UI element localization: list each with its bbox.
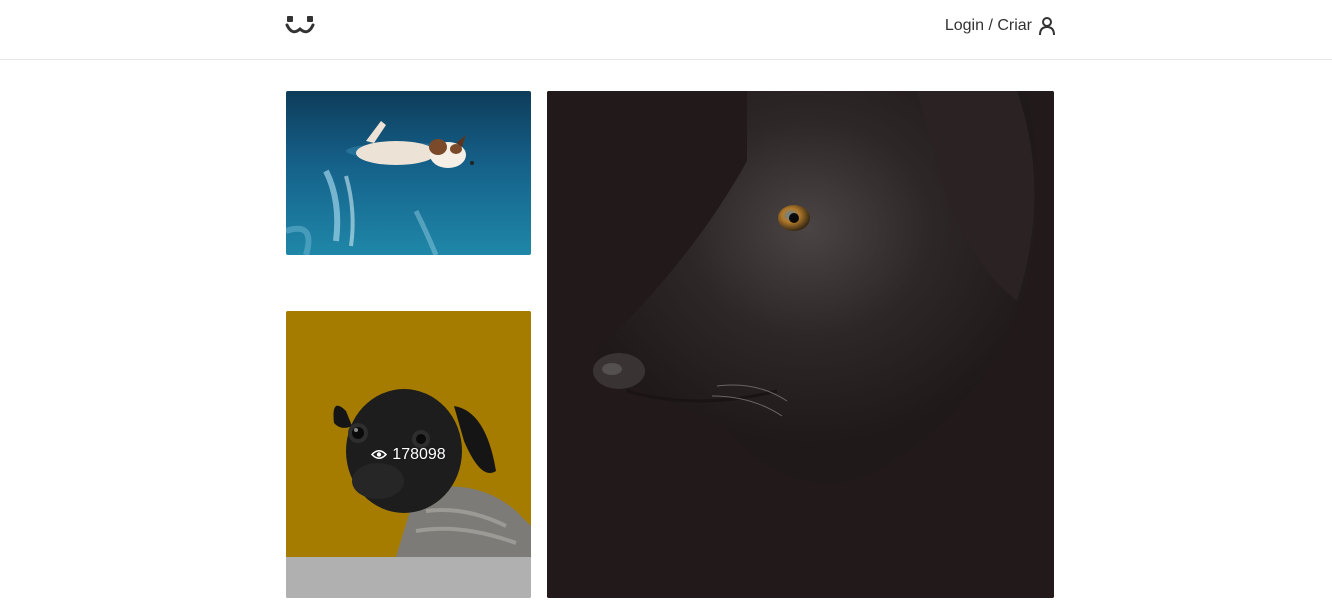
feed-photo-dog-swimming[interactable] xyxy=(286,91,531,255)
feed-photo-pug[interactable]: 178098 xyxy=(286,311,531,598)
views-overlay: 178098 xyxy=(286,311,531,598)
login-link[interactable]: Login / Criar xyxy=(945,14,1056,38)
login-label: Login / Criar xyxy=(944,17,1032,34)
user-icon xyxy=(1039,17,1055,36)
dog-swimming-photo xyxy=(286,91,531,255)
dog-face-logo-icon[interactable] xyxy=(284,12,316,38)
views-count: 178098 xyxy=(392,445,446,463)
eye-icon xyxy=(371,449,388,460)
site-header: Login / Criar xyxy=(0,0,1332,60)
black-dog-photo xyxy=(547,91,1054,598)
feed-photo-black-dog[interactable] xyxy=(547,91,1054,598)
